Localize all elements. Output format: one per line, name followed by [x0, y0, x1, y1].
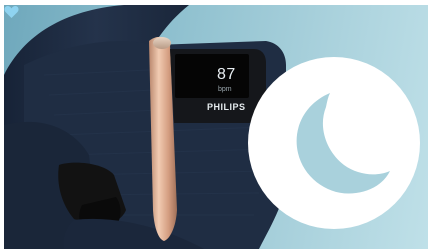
heart-rate-value: 87 [217, 66, 236, 83]
heart-icon [4, 6, 19, 18]
tracker-tip [153, 37, 171, 49]
brand-logo: PHILIPS [207, 102, 246, 112]
tracker-display [175, 54, 249, 98]
product-image: 87 bpm PHILIPS [4, 5, 428, 249]
heart-rate-unit: bpm [218, 86, 232, 93]
crescent-moon-icon [296, 93, 390, 194]
sleep-badge [248, 57, 420, 229]
